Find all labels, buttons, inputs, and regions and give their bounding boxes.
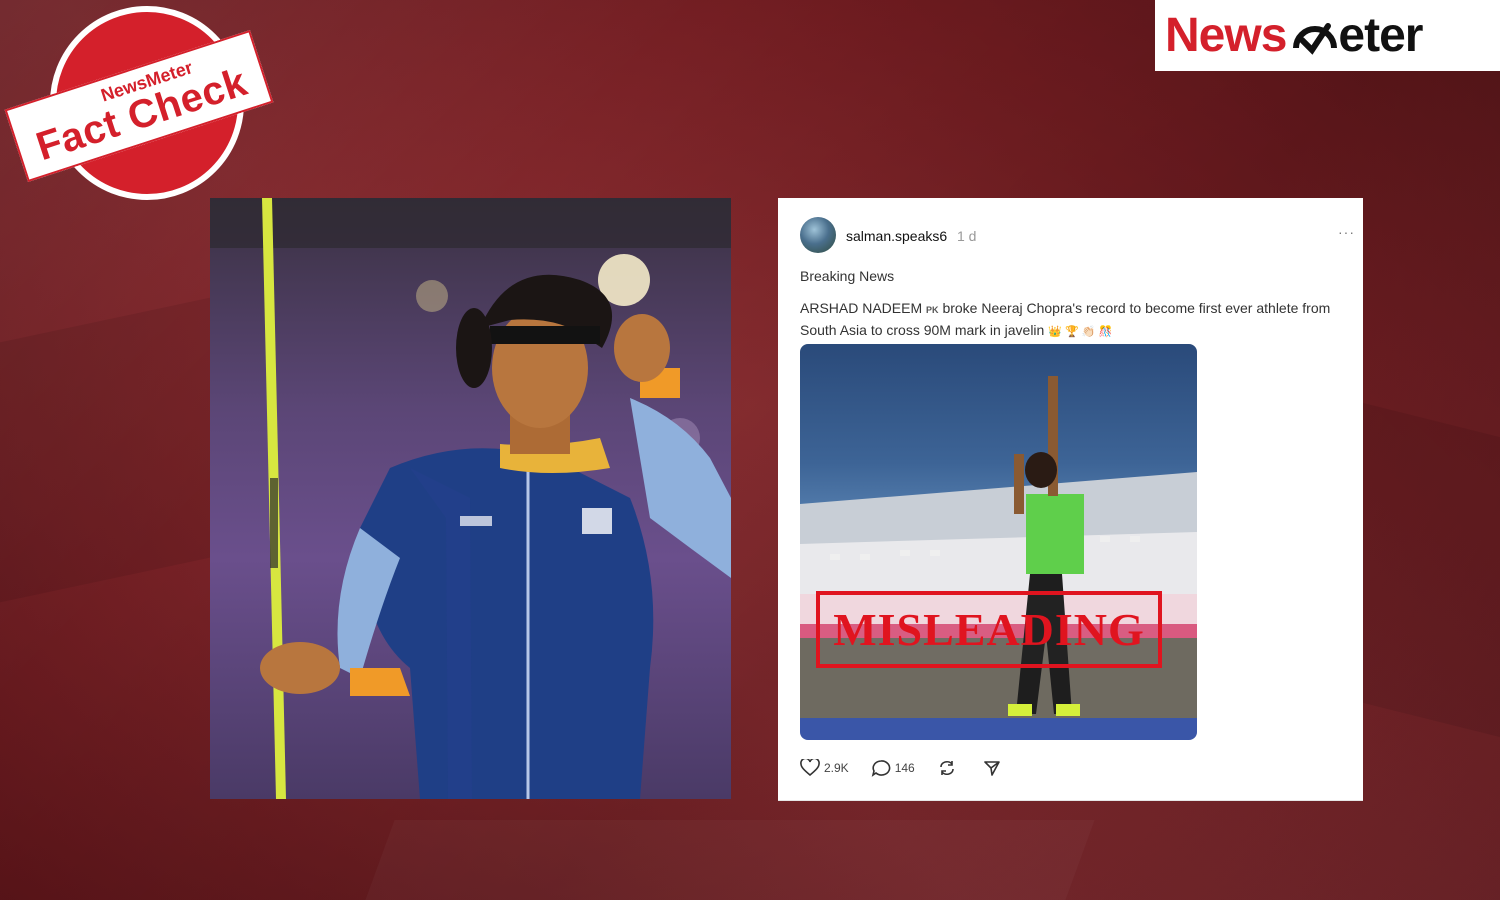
logo-news-text: News <box>1165 9 1287 62</box>
reply-button[interactable]: 146 <box>871 759 915 777</box>
athlete-illustration <box>210 198 731 799</box>
misleading-text: MISLEADING <box>833 604 1145 655</box>
send-icon <box>983 761 1000 776</box>
social-post-card: salman.speaks6 1 d ··· Breaking News ARS… <box>778 198 1363 801</box>
newsmeter-logo: News eter <box>1155 0 1500 71</box>
like-count: 2.9K <box>824 761 849 775</box>
like-button[interactable]: 2.9K <box>800 759 849 777</box>
post-image[interactable]: MISLEADING <box>800 344 1197 740</box>
avatar[interactable] <box>800 217 836 253</box>
repost-button[interactable] <box>937 759 961 777</box>
flag-label: PK <box>926 305 939 315</box>
post-timestamp: 1 d <box>957 228 977 244</box>
post-heading: Breaking News <box>800 268 895 284</box>
heart-icon <box>800 759 820 777</box>
post-actions: 2.9K 146 <box>800 759 1027 777</box>
stadium-illustration <box>800 376 1197 740</box>
logo-eter-text: eter <box>1338 9 1423 62</box>
reply-count: 146 <box>894 761 915 775</box>
athlete-photo <box>210 198 731 799</box>
fact-check-stamp: NewsMeter Fact Check <box>4 6 274 206</box>
repost-icon <box>939 760 954 776</box>
more-options-icon[interactable]: ··· <box>1338 224 1355 240</box>
meter-gauge-icon <box>1293 22 1338 55</box>
post-emojis: 👑 🏆 👏🏻 🎊 <box>1048 326 1113 338</box>
background-facet <box>365 820 1094 900</box>
misleading-label: MISLEADING <box>816 591 1162 668</box>
comment-icon <box>871 760 891 777</box>
post-body: ARSHAD NADEEM PK broke Neeraj Chopra's r… <box>800 298 1350 342</box>
post-body-name: ARSHAD NADEEM <box>800 300 923 316</box>
post-username[interactable]: salman.speaks6 <box>846 228 947 244</box>
background-facet <box>0 297 210 603</box>
share-button[interactable] <box>983 759 1005 777</box>
background-facet <box>1363 402 1500 738</box>
logo-meter-text: eter <box>1292 8 1423 63</box>
